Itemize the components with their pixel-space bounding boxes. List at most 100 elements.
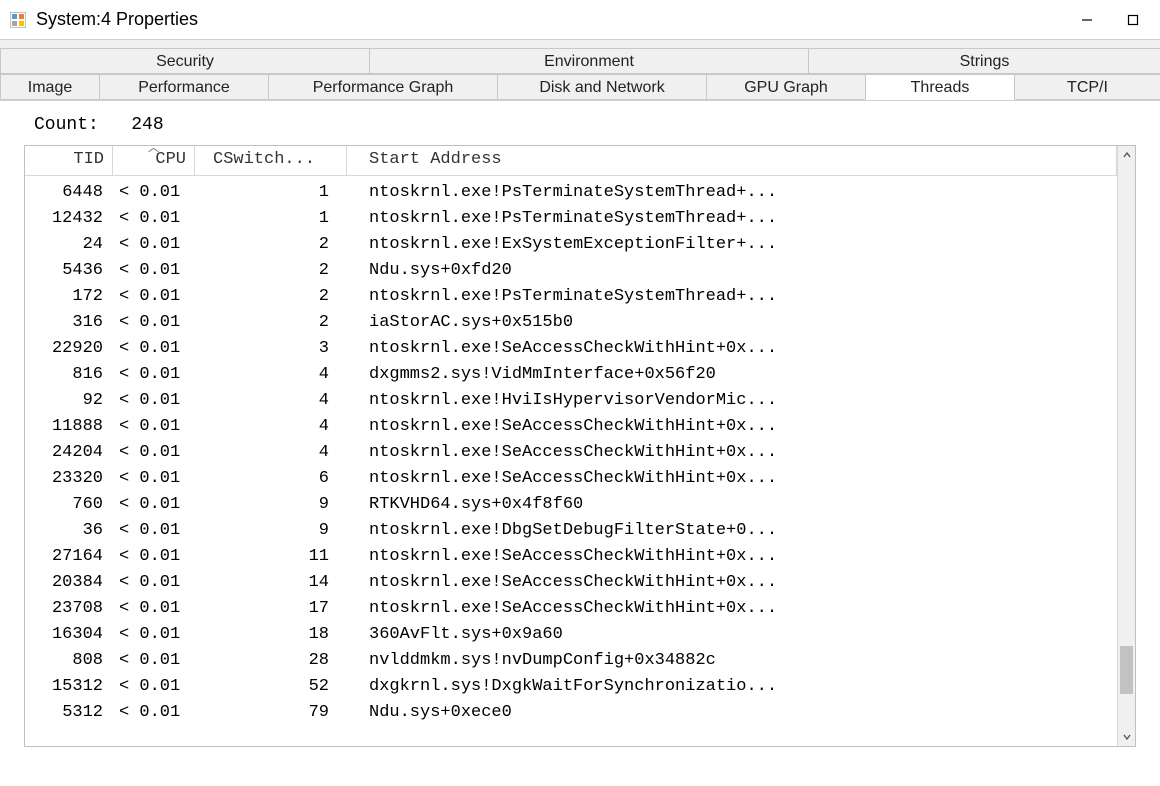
- cell-cpu: < 0.01: [113, 440, 195, 466]
- cell-start-address: ntoskrnl.exe!SeAccessCheckWithHint+0x...: [347, 596, 1117, 622]
- tab-tcpip[interactable]: TCP/I: [1014, 74, 1160, 100]
- table-row[interactable]: 23708< 0.0117ntoskrnl.exe!SeAccessCheckW…: [25, 596, 1117, 622]
- tab-performance-graph[interactable]: Performance Graph: [268, 74, 498, 100]
- tab-strings[interactable]: Strings: [808, 48, 1160, 74]
- table-row[interactable]: 316< 0.012iaStorAC.sys+0x515b0: [25, 310, 1117, 336]
- vertical-scrollbar[interactable]: [1117, 146, 1135, 746]
- cell-cpu: < 0.01: [113, 596, 195, 622]
- cell-cpu: < 0.01: [113, 518, 195, 544]
- cell-cswitch: 28: [195, 648, 347, 674]
- scrollbar-thumb[interactable]: [1120, 646, 1133, 694]
- cell-start-address: ntoskrnl.exe!SeAccessCheckWithHint+0x...: [347, 336, 1117, 362]
- column-header-cpu-label: CPU: [155, 150, 186, 169]
- table-row[interactable]: 172< 0.012ntoskrnl.exe!PsTerminateSystem…: [25, 284, 1117, 310]
- cell-tid: 816: [25, 362, 113, 388]
- cell-start-address: ntoskrnl.exe!PsTerminateSystemThread+...: [347, 180, 1117, 206]
- cell-cswitch: 4: [195, 414, 347, 440]
- table-row[interactable]: 760< 0.019RTKVHD64.sys+0x4f8f60: [25, 492, 1117, 518]
- cell-cpu: < 0.01: [113, 622, 195, 648]
- table-row[interactable]: 12432< 0.011ntoskrnl.exe!PsTerminateSyst…: [25, 206, 1117, 232]
- table-row[interactable]: 5436< 0.012Ndu.sys+0xfd20: [25, 258, 1117, 284]
- count-label: Count:: [34, 115, 99, 135]
- cell-cswitch: 2: [195, 232, 347, 258]
- table-row[interactable]: 5312< 0.0179Ndu.sys+0xece0: [25, 700, 1117, 726]
- tab-row-top: Security Environment Strings: [0, 48, 1160, 74]
- cell-tid: 12432: [25, 206, 113, 232]
- cell-tid: 11888: [25, 414, 113, 440]
- table-row[interactable]: 24< 0.012ntoskrnl.exe!ExSystemExceptionF…: [25, 232, 1117, 258]
- tab-threads[interactable]: Threads: [865, 74, 1015, 100]
- maximize-button[interactable]: [1110, 4, 1156, 36]
- table-row[interactable]: 6448< 0.011ntoskrnl.exe!PsTerminateSyste…: [25, 180, 1117, 206]
- cell-cswitch: 4: [195, 388, 347, 414]
- cell-start-address: 360AvFlt.sys+0x9a60: [347, 622, 1117, 648]
- table-row[interactable]: 92< 0.014ntoskrnl.exe!HviIsHypervisorVen…: [25, 388, 1117, 414]
- listview-rows: 6448< 0.011ntoskrnl.exe!PsTerminateSyste…: [25, 176, 1117, 726]
- cell-cpu: < 0.01: [113, 180, 195, 206]
- cell-tid: 23708: [25, 596, 113, 622]
- column-header-start-address[interactable]: Start Address: [347, 146, 1117, 175]
- cell-tid: 760: [25, 492, 113, 518]
- cell-start-address: ntoskrnl.exe!SeAccessCheckWithHint+0x...: [347, 440, 1117, 466]
- tab-environment[interactable]: Environment: [369, 48, 809, 74]
- cell-tid: 27164: [25, 544, 113, 570]
- cell-tid: 5436: [25, 258, 113, 284]
- cell-cswitch: 1: [195, 180, 347, 206]
- table-row[interactable]: 11888< 0.014ntoskrnl.exe!SeAccessCheckWi…: [25, 414, 1117, 440]
- cell-cpu: < 0.01: [113, 544, 195, 570]
- cell-tid: 36: [25, 518, 113, 544]
- cell-cswitch: 2: [195, 310, 347, 336]
- cell-cpu: < 0.01: [113, 206, 195, 232]
- tab-gpu-graph[interactable]: GPU Graph: [706, 74, 866, 100]
- tab-image[interactable]: Image: [0, 74, 100, 100]
- cell-start-address: Ndu.sys+0xfd20: [347, 258, 1117, 284]
- threads-listview[interactable]: TID ︿ CPU CSwitch... Start Address 6448<…: [24, 145, 1136, 747]
- cell-cpu: < 0.01: [113, 700, 195, 726]
- cell-cpu: < 0.01: [113, 284, 195, 310]
- cell-start-address: ntoskrnl.exe!ExSystemExceptionFilter+...: [347, 232, 1117, 258]
- cell-start-address: iaStorAC.sys+0x515b0: [347, 310, 1117, 336]
- cell-cswitch: 79: [195, 700, 347, 726]
- cell-cswitch: 11: [195, 544, 347, 570]
- table-row[interactable]: 22920< 0.013ntoskrnl.exe!SeAccessCheckWi…: [25, 336, 1117, 362]
- table-row[interactable]: 16304< 0.0118360AvFlt.sys+0x9a60: [25, 622, 1117, 648]
- cell-start-address: ntoskrnl.exe!SeAccessCheckWithHint+0x...: [347, 466, 1117, 492]
- cell-start-address: Ndu.sys+0xece0: [347, 700, 1117, 726]
- cell-start-address: ntoskrnl.exe!PsTerminateSystemThread+...: [347, 284, 1117, 310]
- column-header-tid[interactable]: TID: [25, 146, 113, 175]
- cell-cpu: < 0.01: [113, 258, 195, 284]
- cell-start-address: ntoskrnl.exe!SeAccessCheckWithHint+0x...: [347, 414, 1117, 440]
- cell-tid: 23320: [25, 466, 113, 492]
- minimize-button[interactable]: [1064, 4, 1110, 36]
- scroll-down-button[interactable]: [1118, 728, 1135, 746]
- cell-tid: 5312: [25, 700, 113, 726]
- tab-row-bottom: Image Performance Performance Graph Disk…: [0, 74, 1160, 100]
- cell-tid: 22920: [25, 336, 113, 362]
- cell-cpu: < 0.01: [113, 492, 195, 518]
- tab-security[interactable]: Security: [0, 48, 370, 74]
- cell-cswitch: 2: [195, 284, 347, 310]
- tab-performance[interactable]: Performance: [99, 74, 269, 100]
- scroll-up-button[interactable]: [1118, 146, 1135, 164]
- tab-disk-network[interactable]: Disk and Network: [497, 74, 707, 100]
- cell-cswitch: 3: [195, 336, 347, 362]
- column-header-cpu[interactable]: ︿ CPU: [113, 146, 195, 175]
- table-row[interactable]: 808< 0.0128nvlddmkm.sys!nvDumpConfig+0x3…: [25, 648, 1117, 674]
- cell-tid: 6448: [25, 180, 113, 206]
- cell-start-address: nvlddmkm.sys!nvDumpConfig+0x34882c: [347, 648, 1117, 674]
- table-row[interactable]: 15312< 0.0152dxgkrnl.sys!DxgkWaitForSync…: [25, 674, 1117, 700]
- table-row[interactable]: 24204< 0.014ntoskrnl.exe!SeAccessCheckWi…: [25, 440, 1117, 466]
- table-row[interactable]: 23320< 0.016ntoskrnl.exe!SeAccessCheckWi…: [25, 466, 1117, 492]
- cell-cswitch: 4: [195, 362, 347, 388]
- table-row[interactable]: 27164< 0.0111ntoskrnl.exe!SeAccessCheckW…: [25, 544, 1117, 570]
- column-header-cswitch[interactable]: CSwitch...: [195, 146, 347, 175]
- table-row[interactable]: 36< 0.019ntoskrnl.exe!DbgSetDebugFilterS…: [25, 518, 1117, 544]
- cell-cpu: < 0.01: [113, 310, 195, 336]
- cell-cpu: < 0.01: [113, 362, 195, 388]
- table-row[interactable]: 20384< 0.0114ntoskrnl.exe!SeAccessCheckW…: [25, 570, 1117, 596]
- cell-tid: 316: [25, 310, 113, 336]
- cell-tid: 24: [25, 232, 113, 258]
- sort-ascending-icon: ︿: [148, 146, 159, 155]
- cell-start-address: ntoskrnl.exe!SeAccessCheckWithHint+0x...: [347, 570, 1117, 596]
- table-row[interactable]: 816< 0.014dxgmms2.sys!VidMmInterface+0x5…: [25, 362, 1117, 388]
